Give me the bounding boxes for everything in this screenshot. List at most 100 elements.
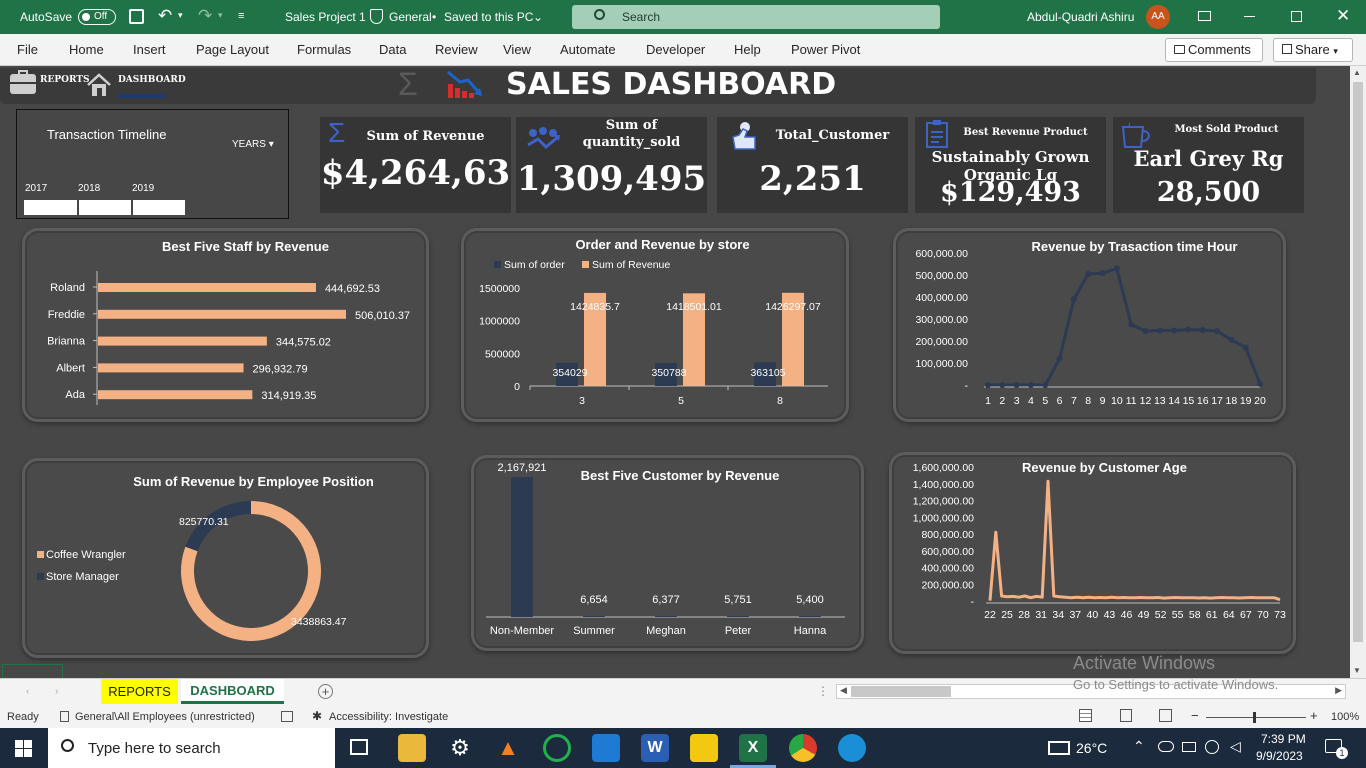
vscode-icon[interactable] — [592, 734, 620, 762]
undo-icon[interactable]: ↶ — [158, 6, 172, 26]
excel-icon[interactable]: X — [739, 734, 767, 762]
weather-icon[interactable] — [1048, 741, 1070, 755]
page-layout-view-icon[interactable] — [1120, 709, 1132, 722]
menu-home[interactable]: Home — [69, 42, 104, 57]
y-tick-label: 600,000.00 — [921, 546, 974, 558]
tab-scroll-left-icon[interactable]: ‹ — [26, 686, 29, 697]
user-name[interactable]: Abdul-Quadri Ashiru — [1027, 10, 1134, 24]
windows-start-icon[interactable] — [15, 740, 32, 757]
nav-dashboard[interactable]: DASHBOARD — [118, 75, 186, 85]
network-cloud-icon[interactable] — [1158, 741, 1174, 752]
slicer-level-dropdown[interactable]: YEARS ▾ — [232, 139, 274, 150]
minimize-icon[interactable] — [1244, 16, 1255, 17]
vertical-scrollbar[interactable]: ▲ ▼ — [1350, 66, 1366, 678]
battery-icon[interactable] — [1182, 742, 1196, 752]
data-point — [999, 382, 1006, 388]
tab-dashboard[interactable]: DASHBOARD — [181, 679, 284, 704]
refresh-app-icon[interactable] — [543, 734, 571, 762]
customer-thumbs-up-icon — [727, 121, 761, 155]
redo-dropdown-icon[interactable]: ▾ — [218, 10, 223, 21]
autosave-toggle[interactable]: Off — [78, 9, 116, 25]
x-tick-label: 8 — [1085, 395, 1091, 407]
slicer-year-2018[interactable]: 2018 — [78, 183, 100, 194]
add-sheet-icon[interactable]: + — [318, 684, 333, 699]
menu-review[interactable]: Review — [435, 42, 478, 57]
menu-power-pivot[interactable]: Power Pivot — [791, 42, 860, 57]
x-tick-label: 18 — [1226, 395, 1238, 407]
menu-formulas[interactable]: Formulas — [297, 42, 351, 57]
age-line-chart: - 200,000.00 400,000.00 600,000.00 800,000.0… — [913, 462, 1286, 621]
slicer-year-2019[interactable]: 2019 — [132, 183, 154, 194]
home-icon[interactable] — [86, 73, 112, 97]
speaker-icon[interactable]: ◁ — [1230, 738, 1241, 755]
category-label: Ada — [65, 389, 85, 401]
nav-reports[interactable]: REPORTS — [40, 75, 89, 85]
chart-revenue-by-age[interactable]: Revenue by Customer Age -200,000.00 400,0… — [889, 452, 1296, 654]
status-sensitivity[interactable]: General\All Employees (unrestricted) — [75, 711, 255, 723]
menu-developer[interactable]: Developer — [646, 42, 705, 57]
share-button[interactable]: Share ▾ — [1273, 38, 1353, 62]
redo-icon[interactable]: ↷ — [198, 6, 212, 26]
save-icon[interactable] — [129, 9, 144, 24]
menu-data[interactable]: Data — [379, 42, 406, 57]
timeline-slicer[interactable]: Transaction Timeline YEARS ▾ 2017 2018 2… — [16, 109, 289, 219]
scroll-thumb[interactable] — [851, 686, 951, 697]
data-label: 2,167,921 — [498, 462, 547, 474]
macro-record-icon[interactable] — [281, 711, 293, 722]
chart-order-revenue-store[interactable]: Order and Revenue by store Sum of order S… — [461, 228, 849, 422]
comments-button[interactable]: Comments — [1165, 38, 1263, 62]
restore-icon[interactable] — [1291, 11, 1302, 22]
menu-page-layout[interactable]: Page Layout — [196, 42, 269, 57]
chart-best-five-staff[interactable]: Best Five Staff by Revenue Roland 444,692… — [22, 228, 429, 422]
close-icon[interactable]: ✕ — [1336, 6, 1350, 26]
tab-reports[interactable]: REPORTS — [101, 679, 178, 704]
clock-time[interactable]: 7:39 PM — [1261, 732, 1306, 746]
vlc-icon[interactable]: ▲ — [494, 734, 522, 762]
timeline-bar[interactable] — [24, 200, 185, 215]
customize-qat-icon[interactable]: ≡ — [238, 10, 244, 22]
file-explorer-icon[interactable] — [398, 734, 426, 762]
briefcase-icon[interactable] — [10, 70, 36, 94]
menu-automate[interactable]: Automate — [560, 42, 616, 57]
kpi-card-best-product: Best Revenue Product Sustainably Grown O… — [915, 117, 1106, 213]
document-title[interactable]: Sales Project 1 — [285, 10, 366, 24]
sensitivity-label[interactable]: General — [389, 10, 432, 24]
menu-insert[interactable]: Insert — [133, 42, 166, 57]
zoom-slider[interactable] — [1206, 712, 1306, 723]
avatar[interactable]: AA — [1146, 5, 1170, 29]
edge-icon[interactable] — [838, 734, 866, 762]
ribbon-display-icon[interactable] — [1198, 11, 1211, 21]
task-view-icon[interactable] — [350, 739, 368, 755]
scroll-thumb[interactable] — [1353, 82, 1363, 642]
splitter-icon[interactable]: ⋮ — [817, 684, 829, 698]
slicer-year-2017[interactable]: 2017 — [25, 183, 47, 194]
page-break-view-icon[interactable] — [1159, 709, 1172, 722]
y-tick-label: 100,000.00 — [915, 358, 968, 370]
chrome-icon[interactable] — [789, 734, 817, 762]
power-bi-icon[interactable] — [690, 734, 718, 762]
chart-revenue-by-hour[interactable]: Revenue by Trasaction time Hour -100,000… — [893, 228, 1286, 422]
zoom-level[interactable]: 100% — [1331, 711, 1359, 723]
search-box[interactable]: Search — [572, 5, 940, 29]
word-icon[interactable]: W — [641, 734, 669, 762]
chart-revenue-by-position[interactable]: Sum of Revenue by Employee Position 8257… — [22, 458, 429, 658]
normal-view-icon[interactable] — [1079, 709, 1092, 722]
menu-view[interactable]: View — [503, 42, 531, 57]
menu-help[interactable]: Help — [734, 42, 761, 57]
tab-scroll-right-icon[interactable]: › — [55, 686, 58, 697]
globe-icon[interactable] — [1205, 740, 1219, 754]
weather-temp[interactable]: 26°C — [1076, 740, 1107, 756]
settings-gear-icon[interactable]: ⚙ — [446, 734, 474, 762]
chevron-down-icon[interactable]: ⌄ — [533, 10, 543, 24]
save-status[interactable]: Saved to this PC — [444, 10, 533, 24]
x-tick-label: 5 — [1042, 395, 1048, 407]
chevron-up-icon[interactable]: ⌃ — [1133, 738, 1145, 755]
status-accessibility[interactable]: Accessibility: Investigate — [329, 711, 448, 723]
undo-dropdown-icon[interactable]: ▾ — [178, 10, 183, 21]
menu-file[interactable]: File — [17, 42, 38, 57]
selected-cell[interactable] — [2, 664, 63, 678]
clock-date[interactable]: 9/9/2023 — [1256, 749, 1303, 763]
chart-best-five-customers[interactable]: Best Five Customer by Revenue 2,167,921 N… — [471, 455, 864, 651]
legend-label: Coffee Wrangler — [46, 549, 126, 561]
taskbar-search[interactable]: Type here to search — [48, 728, 335, 768]
